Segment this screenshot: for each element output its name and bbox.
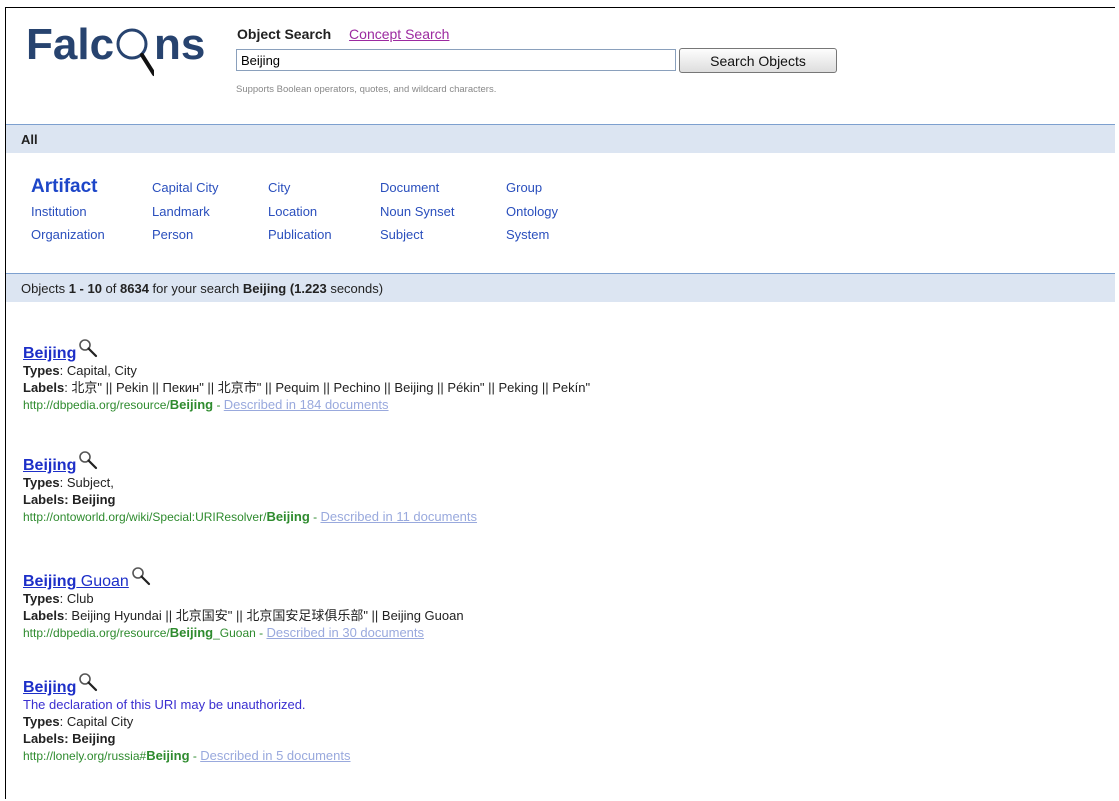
status-query: Beijing [242,281,287,296]
search-input[interactable] [236,49,676,71]
tab-concept-search[interactable]: Concept Search [349,26,449,42]
result-url: http://dbpedia.org/resource/Beijing_Guoa… [23,625,425,640]
status-range: 1 - 10 [68,281,102,296]
result-labels: Labels: Beijing [23,731,116,746]
status-prefix: Objects [21,281,69,296]
status-mid: for your search [148,281,243,296]
result-title-link[interactable]: Beijing [23,345,76,362]
result-title-link[interactable]: Beijing Guoan [23,573,129,590]
status-suffix: seconds) [326,281,384,296]
magnifier-icon[interactable] [78,672,98,696]
category-publication[interactable]: Publication [268,227,332,242]
filter-all-bar[interactable]: All [6,124,1115,153]
result-url: http://ontoworld.org/wiki/Special:URIRes… [23,509,478,524]
search-hint: Supports Boolean operators, quotes, and … [236,84,497,95]
result-item: Beijing Types: Subject, Labels: Beijing … [23,450,477,526]
category-artifact[interactable]: Artifact [31,176,98,198]
category-ontology[interactable]: Ontology [506,204,558,219]
result-types: Types: Capital City [23,714,134,729]
status-time: (1.223 [289,281,327,296]
described-link[interactable]: Described in 30 documents [266,625,424,640]
described-link[interactable]: Described in 5 documents [200,748,350,763]
category-person[interactable]: Person [152,227,193,242]
result-types: Types: Club [23,591,94,606]
category-landmark[interactable]: Landmark [152,204,210,219]
status-total: 8634 [120,281,149,296]
search-tabs: Object Search Concept Search [237,26,449,42]
result-url: http://lonely.org/russia#Beijing - Descr… [23,748,351,763]
category-noun-synset[interactable]: Noun Synset [380,204,454,219]
described-link[interactable]: Described in 184 documents [224,397,389,412]
result-types: Types: Subject, [23,475,114,490]
result-title-link[interactable]: Beijing [23,679,76,696]
magnifier-icon[interactable] [78,338,98,362]
result-url: http://dbpedia.org/resource/Beijing - De… [23,397,389,412]
status-of: of [101,281,121,296]
logo-text-end: ns [154,20,206,69]
magnifier-icon[interactable] [78,450,98,474]
category-group[interactable]: Group [506,180,542,195]
category-organization[interactable]: Organization [31,227,105,242]
filter-all-label: All [21,132,38,147]
category-institution[interactable]: Institution [31,204,87,219]
category-city[interactable]: City [268,180,290,195]
result-labels: Labels: Beijing Hyundai || 北京国安" || 北京国安… [23,608,464,623]
category-document[interactable]: Document [380,180,439,195]
magnifier-logo-icon [114,20,155,76]
described-link[interactable]: Described in 11 documents [320,509,477,524]
search-objects-button[interactable]: Search Objects [679,48,837,73]
falcons-logo[interactable]: Falc ns [26,20,206,76]
result-labels: Labels: 北京" || Pekin || Пекин" || 北京市" |… [23,380,591,395]
result-item: Beijing Guoan Types: Club Labels: Beijin… [23,566,464,642]
results-status-bar: Objects 1 - 10 of 8634 for your search B… [6,273,1115,302]
result-item: Beijing The declaration of this URI may … [23,672,351,765]
result-labels: Labels: Beijing [23,492,116,507]
category-subject[interactable]: Subject [380,227,423,242]
category-location[interactable]: Location [268,204,317,219]
magnifier-icon[interactable] [131,566,151,590]
category-capital-city[interactable]: Capital City [152,180,218,195]
unauthorized-warning: The declaration of this URI may be unaut… [23,697,306,712]
logo-text-start: Falc [26,20,115,69]
tab-object-search[interactable]: Object Search [237,26,331,42]
category-system[interactable]: System [506,227,549,242]
result-types: Types: Capital, City [23,363,137,378]
result-title-link[interactable]: Beijing [23,457,76,474]
result-item: Beijing Types: Capital, City Labels: 北京"… [23,338,590,414]
